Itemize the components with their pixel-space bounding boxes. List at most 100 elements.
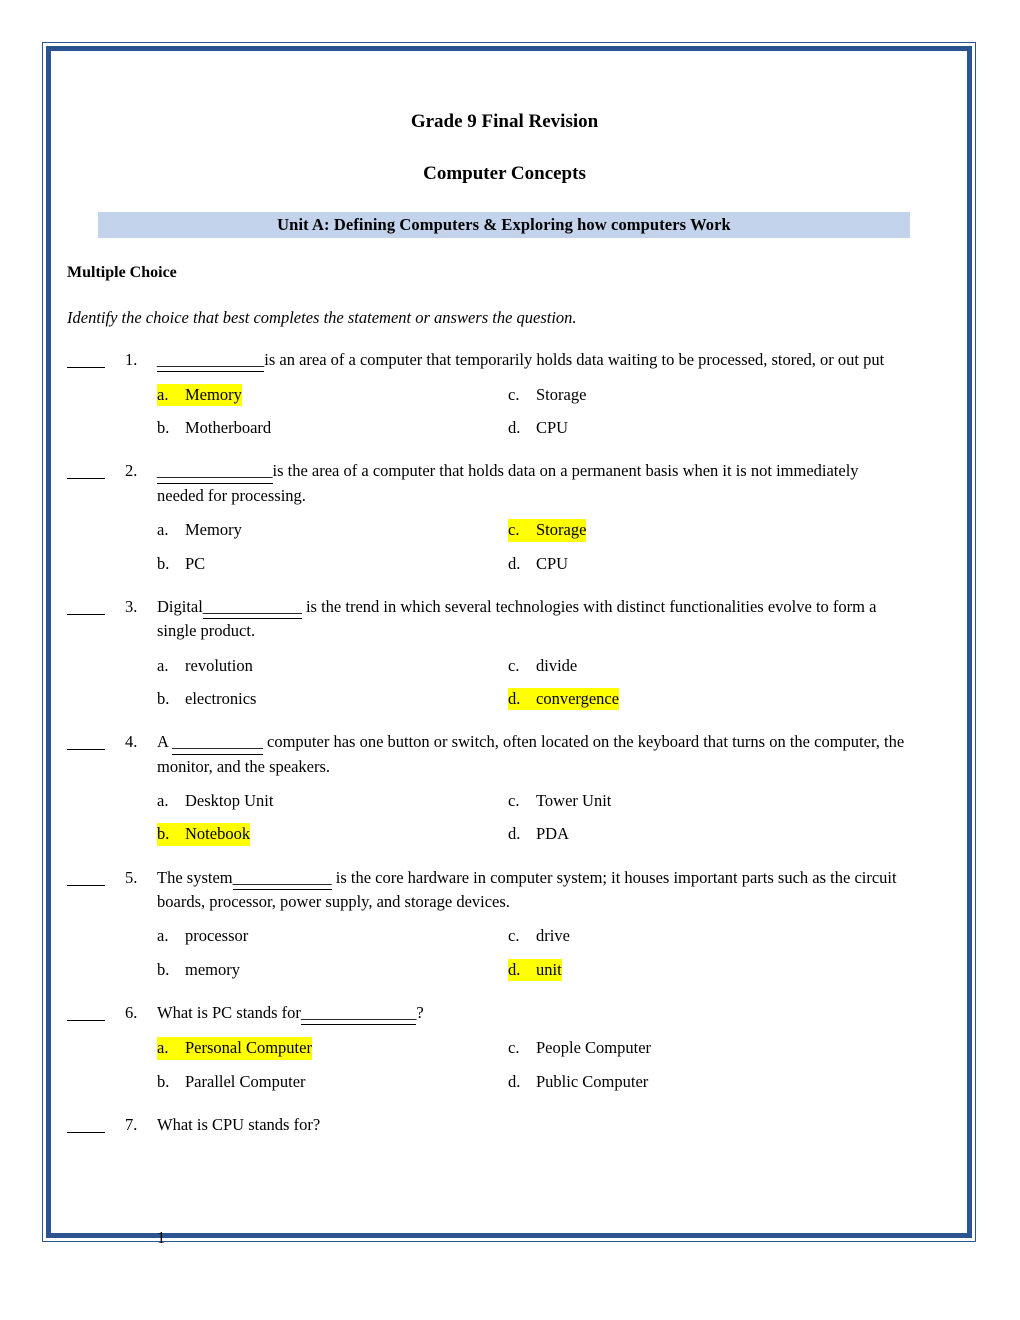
- choice-letter: c.: [508, 926, 520, 946]
- question-text-after: computer has one button or switch, often…: [157, 732, 905, 776]
- choice-option[interactable]: a. Personal Computer: [157, 1037, 508, 1060]
- choice-option[interactable]: d. convergence: [508, 687, 942, 711]
- answer-blank[interactable]: [67, 348, 125, 370]
- question-text-before: What is CPU stands for?: [157, 1114, 321, 1134]
- question-text: A ___________ computer has one button or…: [157, 730, 942, 778]
- choice-option[interactable]: b. PC: [157, 553, 508, 575]
- choice-row: a. Personal Computer c. People Computer: [157, 1037, 942, 1060]
- choice-option[interactable]: b. Notebook: [157, 823, 508, 846]
- choice-letter: b.: [157, 418, 170, 438]
- choice-letter: d.: [508, 418, 521, 438]
- choice-option[interactable]: c. drive: [508, 925, 942, 947]
- choice-option[interactable]: d. PDA: [508, 823, 942, 845]
- question-text-before: Digital: [157, 596, 203, 616]
- question-text-after: is an area of a computer that temporaril…: [264, 349, 885, 369]
- choice-text: Memory: [185, 383, 242, 407]
- choice-option[interactable]: b. electronics: [157, 688, 508, 710]
- choice-list: a. Desktop Unit c. Tower Unit b. Notebook d. PD…: [157, 790, 942, 846]
- choice-option[interactable]: a. Memory: [157, 519, 508, 541]
- choice-option[interactable]: a. Desktop Unit: [157, 790, 508, 812]
- choice-option[interactable]: d. Public Computer: [508, 1071, 942, 1093]
- unit-banner: Unit A: Defining Computers & Exploring h…: [98, 211, 910, 238]
- answer-blank[interactable]: [67, 459, 125, 481]
- choice-row: b. Motherboard d. CPU: [157, 417, 942, 439]
- choice-list: a. Memory c. Storage b. PC d. CPU: [157, 519, 942, 575]
- question-row: 7. What is CPU stands for?: [67, 1113, 942, 1136]
- choice-text: Personal Computer: [185, 1037, 312, 1060]
- choice-text: CPU: [536, 418, 569, 438]
- choice-text: Desktop Unit: [185, 791, 274, 811]
- answer-blank[interactable]: [67, 1001, 125, 1023]
- answer-blank[interactable]: [67, 595, 125, 617]
- page-title-main: Grade 9 Final Revision: [410, 111, 599, 132]
- choice-option[interactable]: d. unit: [508, 958, 942, 981]
- choice-option[interactable]: c. Tower Unit: [508, 790, 942, 812]
- choice-letter: d.: [508, 687, 536, 711]
- choice-letter: c.: [508, 655, 520, 675]
- choice-letter: d.: [508, 958, 536, 981]
- choice-letter: b.: [157, 823, 185, 846]
- choice-row: b. Notebook d. PDA: [157, 823, 942, 846]
- question-row: 2. ______________is the area of a compute…: [67, 459, 942, 507]
- choice-row: b. electronics d. convergence: [157, 687, 942, 711]
- section-heading: Multiple Choice: [67, 263, 177, 281]
- choice-option[interactable]: a. Memory: [157, 383, 508, 407]
- choice-letter: d.: [508, 553, 521, 573]
- question-number: 4.: [125, 732, 138, 752]
- answer-blank[interactable]: [67, 1113, 125, 1135]
- question-item: 5. The system____________ is the core har…: [67, 866, 942, 981]
- choice-text: processor: [185, 926, 249, 946]
- question-text: The system____________ is the core hardw…: [157, 866, 942, 914]
- question-inline-blank: ______________: [300, 1001, 417, 1026]
- choice-option[interactable]: a. processor: [157, 925, 508, 947]
- choice-letter: b.: [157, 959, 170, 979]
- choice-text: Parallel Computer: [185, 1071, 306, 1091]
- choice-text: CPU: [536, 553, 569, 573]
- choice-text: Storage: [536, 384, 587, 404]
- choice-text: convergence: [536, 687, 620, 711]
- choice-option[interactable]: c. People Computer: [508, 1037, 942, 1059]
- choice-text: Public Computer: [536, 1071, 649, 1091]
- choice-letter: d.: [508, 1071, 521, 1091]
- question-text: ______________is the area of a computer …: [157, 459, 942, 507]
- choice-option[interactable]: b. Motherboard: [157, 417, 508, 439]
- question-row: 4. A ___________ computer has one button …: [67, 730, 942, 778]
- choice-option[interactable]: c. divide: [508, 655, 942, 677]
- question-row: 3. Digital____________ is the trend in wh…: [67, 595, 942, 643]
- choice-option[interactable]: c. Storage: [508, 519, 942, 542]
- choice-text: Memory: [185, 520, 242, 540]
- choice-letter: a.: [157, 926, 169, 946]
- choice-row: b. memory d. unit: [157, 958, 942, 981]
- choice-text: People Computer: [536, 1038, 652, 1058]
- choice-option[interactable]: d. CPU: [508, 553, 942, 575]
- question-text: Digital____________ is the trend in whic…: [157, 595, 942, 643]
- choice-row: a. Memory c. Storage: [157, 519, 942, 542]
- choice-option[interactable]: b. memory: [157, 959, 508, 981]
- choice-letter: b.: [157, 1071, 170, 1091]
- choice-list: a. Memory c. Storage b. Motherboard d. CPU: [157, 383, 942, 440]
- question-number: 1.: [125, 349, 138, 369]
- choice-option[interactable]: c. Storage: [508, 384, 942, 406]
- choice-list: a. revolution c. divide b. electronics d. conve…: [157, 655, 942, 711]
- question-inline-blank: _____________: [157, 348, 265, 372]
- choice-letter: a.: [157, 383, 185, 407]
- choice-option[interactable]: a. revolution: [157, 655, 508, 677]
- answer-blank[interactable]: [67, 730, 125, 752]
- question-text-before: The system: [157, 867, 233, 887]
- choice-option[interactable]: b. Parallel Computer: [157, 1071, 508, 1093]
- question-row: 1. _____________is an area of a computer …: [67, 348, 942, 372]
- choice-row: a. revolution c. divide: [157, 655, 942, 677]
- choice-text: memory: [185, 959, 240, 979]
- choice-letter: c.: [508, 519, 536, 542]
- question-text: What is PC stands for______________?: [157, 1001, 942, 1026]
- choice-text: PDA: [536, 824, 570, 844]
- question-text-before: What is PC stands for: [157, 1002, 301, 1022]
- choice-text: Storage: [536, 519, 587, 542]
- document-page: Grade 9 Final Revision Computer Concepts…: [0, 0, 1020, 1320]
- question-text: _____________is an area of a computer th…: [157, 348, 942, 372]
- choice-letter: b.: [157, 688, 170, 708]
- question-inline-blank: ______________: [157, 459, 273, 484]
- unit-banner-label: Unit A: Defining Computers & Exploring h…: [277, 214, 731, 234]
- answer-blank[interactable]: [67, 866, 125, 888]
- choice-option[interactable]: d. CPU: [508, 417, 942, 439]
